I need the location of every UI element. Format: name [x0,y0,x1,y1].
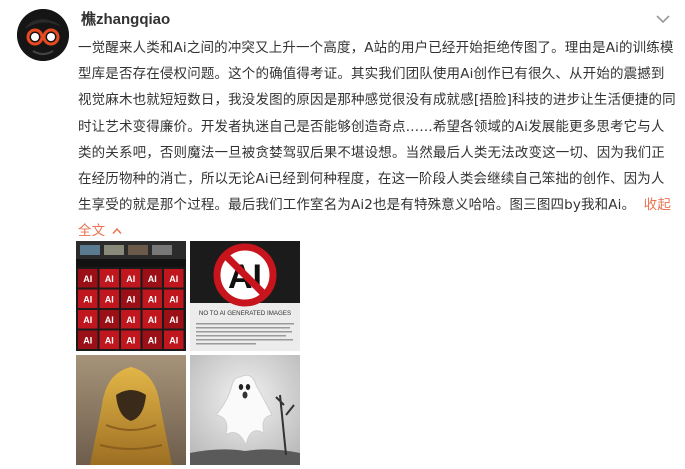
post-content: 一觉醒来人类和Ai之间的冲突又上升一个高度，A站的用户已经开始拒绝传图了。理由是… [78,35,678,245]
ai-tile-label: AI [105,295,114,305]
ai-tile-label: AI [83,336,92,346]
ai-tile-label: AI [83,295,92,305]
ai-tile-label: AI [169,274,178,284]
ai-tile-label: AI [126,315,135,325]
ai-tile-label: AI [148,315,157,325]
post-image-1[interactable]: AI AI AI AI AI AI AI AI AI AI AI AI AI AI AI AI AI AI AI AI [76,241,186,351]
author-name[interactable]: 樵zhangqiao [81,8,170,29]
post-body: 一觉醒来人类和Ai之间的冲突又上升一个高度，A站的用户已经开始拒绝传图了。理由是… [78,40,676,214]
ai-tile-label: AI [169,336,178,346]
post-image-3[interactable] [76,355,186,465]
ai-tile-label: AI [148,295,157,305]
ai-tile-label: AI [126,336,135,346]
hooded-figure-graphic [76,355,186,465]
post-image-2[interactable]: AI NO TO AI GENERATED IMAGES [190,241,300,351]
no-ai-sign-graphic: AI NO TO AI GENERATED IMAGES [190,241,300,351]
ai-tile-label: AI [105,336,114,346]
ai-tile-label: AI [148,336,157,346]
ai-tile-label: AI [169,295,178,305]
ai-tile-label: AI [126,274,135,284]
ai-tile-label: AI [105,315,114,325]
sign-caption: NO TO AI GENERATED IMAGES [199,310,291,317]
avatar-graphic [17,9,69,61]
chevron-up-icon [112,228,122,235]
ai-tile-label: AI [169,315,178,325]
post-image-4[interactable] [190,355,300,465]
more-options-button[interactable] [655,12,671,26]
ai-tile-label: AI [83,274,92,284]
ai-tile-label: AI [83,315,92,325]
ai-tile-label: AI [105,274,114,284]
ai-tile-label: AI [126,295,135,305]
image-grid-graphic: AI AI AI AI AI AI AI AI AI AI AI AI AI AI AI AI AI AI AI AI [76,241,186,351]
avatar[interactable] [17,9,69,61]
ghost-figure-graphic [190,355,300,465]
ai-tile-label: AI [148,274,157,284]
chevron-down-icon [656,15,670,24]
